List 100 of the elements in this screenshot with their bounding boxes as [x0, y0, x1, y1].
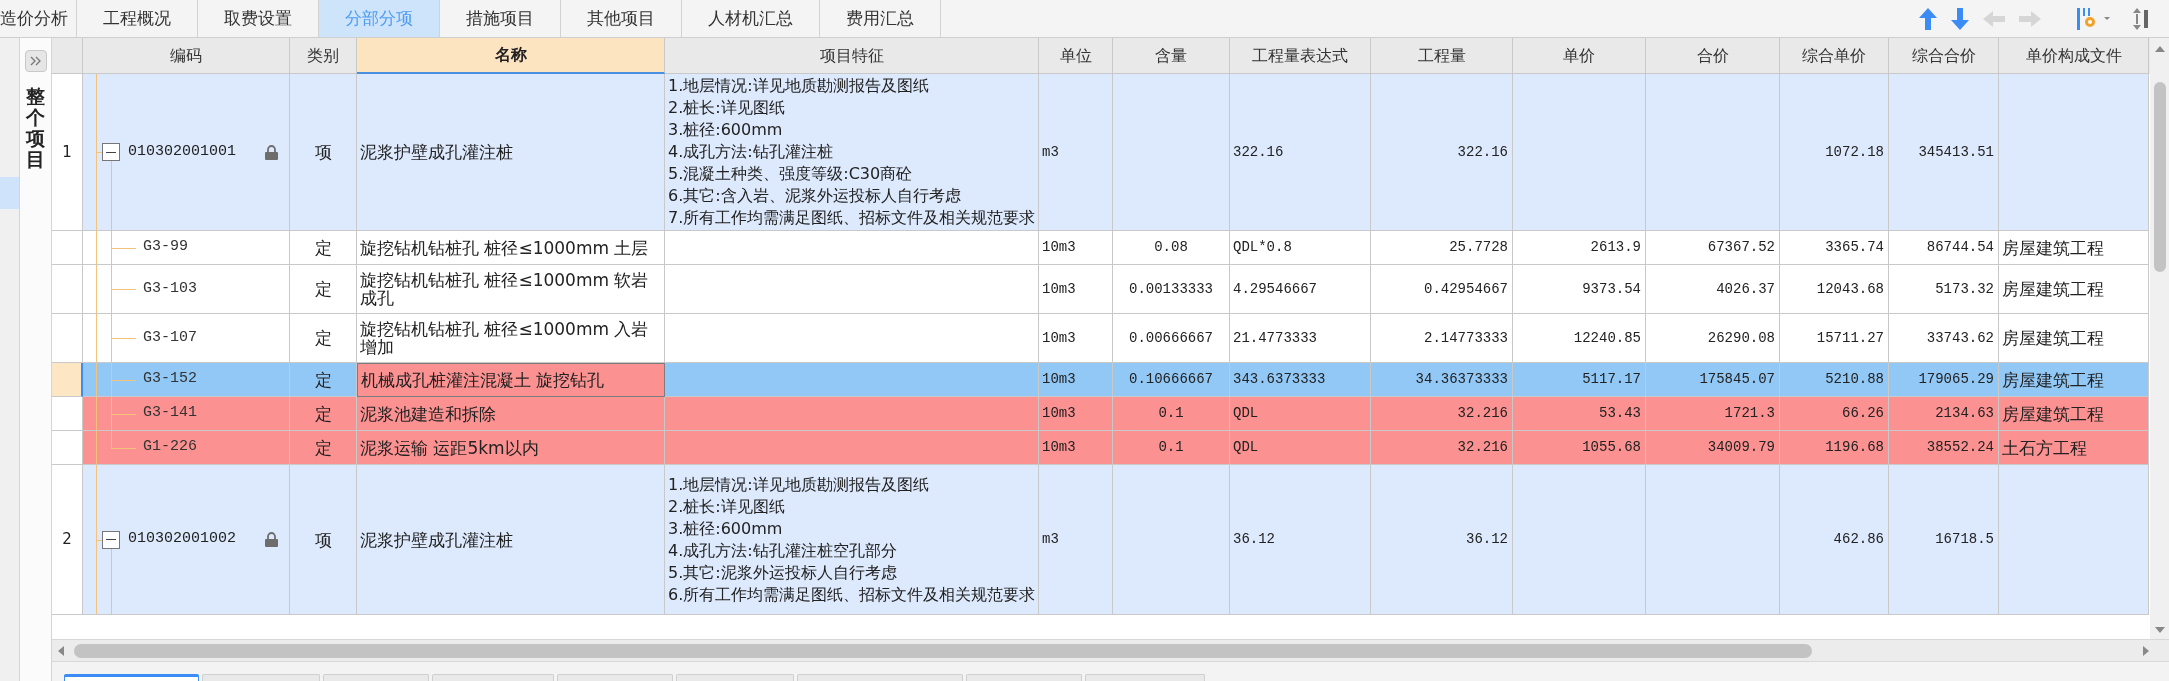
content-cell: 0.00666667: [1113, 314, 1230, 363]
quantity-cell: 25.7728: [1371, 231, 1513, 265]
total-unit-price-cell: 1196.68: [1780, 431, 1889, 465]
scroll-right-icon[interactable]: [2143, 645, 2149, 656]
quantity-cell: 0.42954667: [1371, 265, 1513, 314]
category-cell: 定: [290, 314, 357, 363]
name-cell: 旋挖钻机钻桩孔 桩径≤1000mm 入岩增加: [357, 314, 665, 363]
price-file-cell: 土石方工程: [1999, 431, 2149, 465]
expand-button[interactable]: [24, 50, 47, 72]
arrow-up-icon[interactable]: [1919, 7, 1937, 30]
horizontal-scrollbar[interactable]: [52, 639, 2169, 661]
price-cell: 4026.37: [1646, 265, 1780, 314]
category-cell: 定: [290, 431, 357, 465]
expression-cell: 343.6373333: [1230, 363, 1371, 397]
total-price-cell: 86744.54: [1889, 231, 1999, 265]
quota-code: G3-141: [143, 403, 197, 424]
unit-price-cell: 1055.68: [1513, 431, 1646, 465]
scrollbar-thumb[interactable]: [74, 643, 1812, 658]
unit-cell: 10m3: [1039, 363, 1113, 397]
tab[interactable]: 其他项目: [561, 0, 682, 37]
quota-code: G1-226: [143, 437, 197, 458]
expression-cell: 4.29546667: [1230, 265, 1371, 314]
price-file-cell: 房屋建筑工程: [1999, 363, 2149, 397]
price-cell: 1721.3: [1646, 397, 1780, 431]
total-unit-price-cell: 462.86: [1780, 465, 1889, 615]
content-cell: 0.08: [1113, 231, 1230, 265]
price-file-cell: 房屋建筑工程: [1999, 314, 2149, 363]
vertical-scrollbar[interactable]: [2150, 38, 2169, 639]
unit-price-cell: 12240.85: [1513, 314, 1646, 363]
item-code: 010302001001: [128, 141, 237, 162]
row-height-icon[interactable]: [2133, 7, 2149, 30]
collapse-button[interactable]: [102, 143, 120, 161]
name-cell: 泥浆护壁成孔灌注桩: [357, 74, 665, 231]
name-cell: 旋挖钻机钻桩孔 桩径≤1000mm 土层: [357, 231, 665, 265]
scroll-down-icon[interactable]: [2154, 627, 2165, 633]
total-price-cell: 38552.24: [1889, 431, 1999, 465]
feature-cell: 1.地层情况:详见地质勘测报告及图纸 2.桩长:详见图纸 3.桩径:600mm 4.成孔方法:钻孔灌注桩 5.混凝土种类、强度等级:C30商砼 6.其它:含入岩、泥浆外运投标人自行考虑 7.所有工作均需满足图纸、招标文件及相关规范要求: [665, 74, 1039, 231]
unit-price-cell: 9373.54: [1513, 265, 1646, 314]
item-code: 010302001002: [128, 529, 237, 550]
total-price-cell: 33743.62: [1889, 314, 1999, 363]
price-file-cell: 房屋建筑工程: [1999, 231, 2149, 265]
category-cell: 定: [290, 231, 357, 265]
column-header[interactable]: 名称: [357, 38, 665, 74]
expression-cell: QDL*0.8: [1230, 231, 1371, 265]
unit-cell: m3: [1039, 74, 1113, 231]
category-cell: 定: [290, 397, 357, 431]
arrow-down-icon[interactable]: [1951, 7, 1969, 30]
scroll-left-icon[interactable]: [58, 645, 64, 656]
category-cell: 项: [290, 74, 357, 231]
total-unit-price-cell: 12043.68: [1780, 265, 1889, 314]
tab[interactable]: 费用汇总: [820, 0, 941, 37]
feature-cell: 1.地层情况:详见地质勘测报告及图纸 2.桩长:详见图纸 3.桩径:600mm 4.成孔方法:钻孔灌注桩空孔部分 5.其它:泥浆外运投标人自行考虑 6.所有工作均需满足图纸、招标文件及相关规范要求: [665, 465, 1039, 615]
unit-cell: 10m3: [1039, 431, 1113, 465]
unit-price-cell: 2613.9: [1513, 231, 1646, 265]
expression-cell: QDL: [1230, 397, 1371, 431]
tab[interactable]: 造价分析: [0, 0, 77, 37]
content-cell: 0.00133333: [1113, 265, 1230, 314]
total-unit-price-cell: 5210.88: [1780, 363, 1889, 397]
unit-cell: 10m3: [1039, 314, 1113, 363]
row-number-cell: 1: [52, 74, 83, 231]
unit-price-cell: 5117.17: [1513, 363, 1646, 397]
price-cell: 26290.08: [1646, 314, 1780, 363]
name-cell: 泥浆护壁成孔灌注桩: [357, 465, 665, 615]
quantity-cell: 2.14773333: [1371, 314, 1513, 363]
selected-item-marker: [0, 177, 19, 209]
price-cell: 175845.07: [1646, 363, 1780, 397]
scroll-up-icon[interactable]: [2154, 46, 2165, 52]
quantity-cell: 32.216: [1371, 397, 1513, 431]
scrollbar-thumb[interactable]: [2153, 82, 2166, 272]
name-cell: 旋挖钻机钻桩孔 桩径≤1000mm 软岩成孔: [357, 265, 665, 314]
total-unit-price-cell: 3365.74: [1780, 231, 1889, 265]
quota-code: G3-152: [143, 369, 197, 390]
collapse-button[interactable]: [102, 530, 120, 549]
unit-cell: 10m3: [1039, 397, 1113, 431]
name-cell: 泥浆池建造和拆除: [357, 397, 665, 431]
expression-cell: 322.16: [1230, 74, 1371, 231]
quantity-cell: 322.16: [1371, 74, 1513, 231]
quota-code: G3-103: [143, 278, 197, 299]
quantity-cell: 36.12: [1371, 465, 1513, 615]
bottom-tab[interactable]: [64, 674, 199, 681]
quantity-cell: 34.36373333: [1371, 363, 1513, 397]
content-cell: 0.10666667: [1113, 363, 1230, 397]
category-cell: 项: [290, 465, 357, 615]
column-settings-icon[interactable]: [2077, 7, 2111, 30]
name-cell: 泥浆运输 运距5km以内: [357, 431, 665, 465]
total-price-cell: 345413.51: [1889, 74, 1999, 231]
price-file-cell: 房屋建筑工程: [1999, 265, 2149, 314]
total-price-cell: 16718.5: [1889, 465, 1999, 615]
price-cell: 34009.79: [1646, 431, 1780, 465]
total-unit-price-cell: 66.26: [1780, 397, 1889, 431]
expression-cell: QDL: [1230, 431, 1371, 465]
content-cell: 0.1: [1113, 431, 1230, 465]
total-unit-price-cell: 15711.27: [1780, 314, 1889, 363]
total-price-cell: 179065.29: [1889, 363, 1999, 397]
tab[interactable]: 人材机汇总: [682, 0, 820, 37]
price-file-cell: 房屋建筑工程: [1999, 397, 2149, 431]
quota-code: G3-107: [143, 327, 197, 348]
tab[interactable]: 工程概况: [77, 0, 198, 37]
tab[interactable]: 措施项目: [440, 0, 561, 37]
expression-cell: 21.4773333: [1230, 314, 1371, 363]
